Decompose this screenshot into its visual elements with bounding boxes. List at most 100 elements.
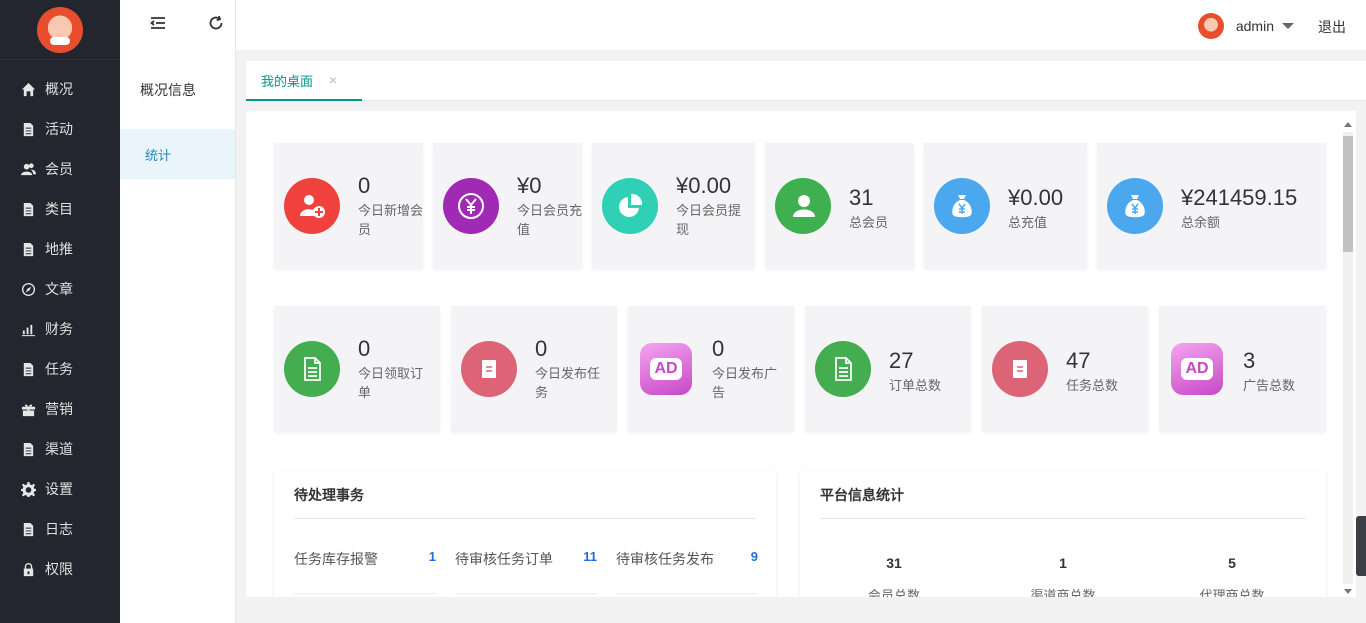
sidebar-item-label: 设置 — [45, 481, 73, 497]
sidebar-item-logs[interactable]: 日志 — [0, 509, 120, 549]
pending-item[interactable]: 待审核任务订单 11 — [455, 549, 597, 569]
platform-stat-label: 会员总数 — [867, 588, 920, 597]
logo-area — [0, 0, 120, 60]
pie-icon — [602, 178, 658, 234]
pending-title: 待处理事务 — [294, 487, 364, 503]
sidebar-item-label: 日志 — [45, 521, 73, 537]
platform-stat-label: 渠道商总数 — [1030, 588, 1096, 597]
stat-label: 今日领取订单 — [358, 366, 424, 400]
pending-item-label: 任务库存报警 — [294, 551, 378, 567]
file-icon — [284, 341, 340, 397]
pending-item-label: 待审核任务发布 — [616, 551, 714, 567]
sidebar-item-overview[interactable]: 概况 — [0, 69, 120, 109]
sidebar-item-finance[interactable]: 财务 — [0, 309, 120, 349]
document-icon — [20, 241, 36, 257]
username: admin — [1235, 18, 1274, 34]
sidebar-item-category[interactable]: 类目 — [0, 189, 120, 229]
stat-card: 0 今日发布任务 — [451, 306, 617, 431]
stat-card: 27 订单总数 — [805, 306, 971, 431]
stat-label: 今日会员提现 — [676, 203, 742, 237]
tab-label: 我的桌面 — [261, 73, 314, 89]
stat-value: 3 — [1243, 348, 1256, 373]
stat-card: 0 今日领取订单 — [274, 306, 440, 431]
side-widget[interactable] — [1356, 516, 1366, 576]
yen-icon — [443, 178, 499, 234]
top-header: admin 退出 — [236, 0, 1366, 50]
avatar — [1197, 13, 1224, 39]
sidebar-item-label: 类目 — [45, 201, 73, 217]
sub-navigation: 概况信息 统计 — [120, 0, 236, 623]
stat-label: 今日发布任务 — [535, 366, 601, 400]
pending-item[interactable]: 待审核任务发布 9 — [616, 549, 758, 569]
subnav-title: 概况信息 — [140, 82, 196, 98]
user-menu[interactable]: admin — [1197, 13, 1294, 39]
add-user-icon — [284, 178, 340, 234]
sidebar-item-permissions[interactable]: 权限 — [0, 549, 120, 589]
users-icon — [20, 161, 36, 177]
stat-card: AD 0 今日发布广告 — [628, 306, 794, 431]
stat-label: 总会员 — [849, 215, 889, 230]
sidebar-item-activity[interactable]: 活动 — [0, 109, 120, 149]
sidebar-item-label: 渠道 — [45, 441, 73, 457]
stat-label: 广告总数 — [1243, 378, 1296, 393]
tab-my-desktop[interactable]: 我的桌面 × — [246, 61, 362, 101]
sidebar-item-label: 营销 — [45, 401, 73, 417]
sidebar-item-promotion[interactable]: 地推 — [0, 229, 120, 269]
stat-value: 0 — [358, 173, 371, 198]
sidebar-item-settings[interactable]: 设置 — [0, 469, 120, 509]
pending-item-count: 11 — [583, 549, 597, 564]
subnav-item-statistics[interactable]: 统计 — [120, 129, 235, 179]
platform-stat-value: 1 — [1059, 555, 1067, 571]
close-icon[interactable]: × — [329, 72, 337, 88]
money-bag-icon — [934, 178, 990, 234]
scroll-up-icon[interactable] — [1344, 122, 1352, 127]
divider — [294, 518, 756, 519]
sidebar-item-tasks[interactable]: 任务 — [0, 349, 120, 389]
stat-value: 0 — [535, 336, 548, 361]
vertical-scrollbar[interactable] — [1340, 118, 1356, 598]
sidebar-item-label: 会员 — [45, 161, 73, 177]
file-icon — [815, 341, 871, 397]
stat-card: ¥0.00 总充值 — [924, 143, 1087, 268]
refresh-icon[interactable] — [208, 15, 224, 36]
stat-value: ¥0 — [517, 173, 542, 198]
stat-card: ¥241459.15 总余额 — [1097, 143, 1326, 268]
document-icon — [20, 361, 36, 377]
platform-title: 平台信息统计 — [820, 487, 904, 503]
sidebar-item-marketing[interactable]: 营销 — [0, 389, 120, 429]
pending-item-label: 待审核任务订单 — [455, 551, 553, 567]
sub-toolbar — [120, 0, 235, 50]
collapse-menu-icon[interactable] — [150, 15, 166, 36]
sidebar-item-label: 文章 — [45, 281, 73, 297]
sidebar-item-members[interactable]: 会员 — [0, 149, 120, 189]
stat-value: 31 — [849, 185, 874, 210]
platform-stat: 31 会员总数 — [834, 555, 954, 597]
sidebar-item-channels[interactable]: 渠道 — [0, 429, 120, 469]
platform-stat: 1 渠道商总数 — [1003, 555, 1123, 597]
gear-icon — [20, 481, 36, 497]
logout-link[interactable]: 退出 — [1318, 17, 1346, 37]
logo[interactable] — [37, 6, 83, 53]
bar-chart-icon — [20, 321, 36, 337]
ad-icon: AD — [1169, 341, 1225, 397]
sidebar-item-articles[interactable]: 文章 — [0, 269, 120, 309]
divider — [820, 518, 1306, 519]
divider — [616, 593, 758, 594]
compass-icon — [20, 281, 36, 297]
stat-value: ¥0.00 — [676, 173, 732, 198]
sidebar-item-label: 任务 — [45, 361, 73, 377]
scroll-thumb[interactable] — [1343, 136, 1353, 252]
stat-label: 今日会员充值 — [517, 203, 583, 237]
stat-label: 今日发布广告 — [712, 366, 778, 400]
stat-value: 0 — [358, 336, 371, 361]
tab-bar: 我的桌面 × — [246, 61, 1366, 101]
scroll-down-icon[interactable] — [1344, 589, 1352, 594]
sidebar-item-label: 权限 — [45, 561, 73, 577]
document-icon — [20, 521, 36, 537]
pending-item[interactable]: 任务库存报警 1 — [294, 549, 436, 569]
stat-card: 31 总会员 — [765, 143, 914, 268]
sidebar-item-label: 财务 — [45, 321, 73, 337]
task-icon — [461, 341, 517, 397]
platform-stat-label: 代理商总数 — [1199, 588, 1265, 597]
pending-panel: 待处理事务 任务库存报警 1 待审核任务订单 11 待审核任务发布 9 — [274, 471, 776, 597]
